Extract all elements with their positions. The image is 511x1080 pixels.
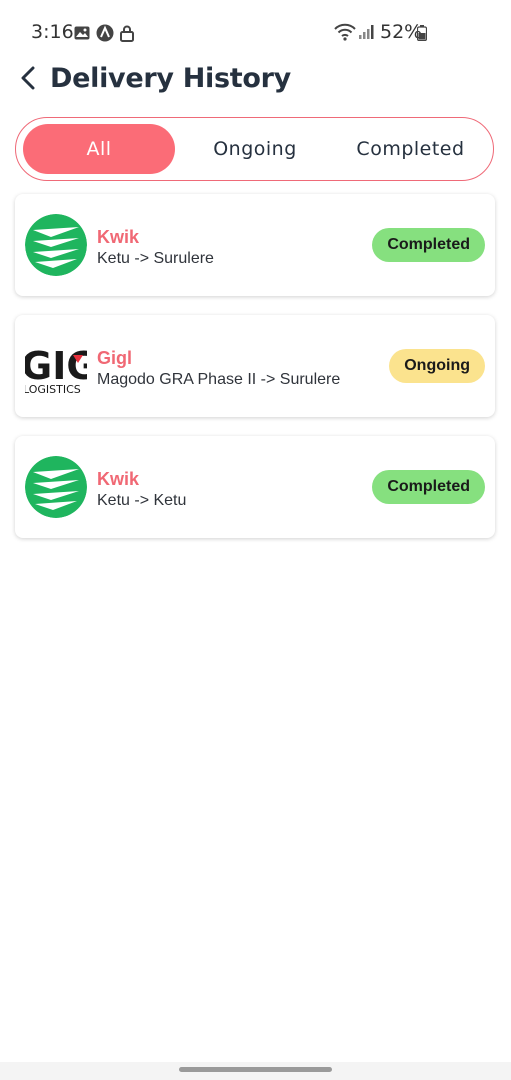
status-badge: Completed: [372, 470, 485, 504]
status-time: 3:16: [31, 21, 74, 43]
delivery-card[interactable]: Kwik Ketu -> Ketu Completed: [15, 436, 495, 538]
status-filter-tabs: All Ongoing Completed: [15, 117, 494, 181]
lock-icon: [120, 25, 134, 47]
kwik-logo: [25, 214, 87, 276]
courier-name: Kwik: [97, 469, 140, 489]
gig-logo-subtext: LOGISTICS: [25, 383, 81, 396]
page-title: Delivery History: [50, 63, 291, 94]
status-badge: Completed: [372, 228, 485, 262]
battery-percent: 52%: [380, 21, 423, 43]
status-bar: 3:16 52%: [0, 0, 511, 62]
gig-logistics-logo: GIG LOGISTICS: [25, 335, 87, 397]
courier-name: Kwik: [97, 227, 140, 247]
signal-icon: [358, 24, 374, 45]
gig-logo-text: GIG: [25, 344, 87, 388]
status-badge: Ongoing: [389, 349, 485, 383]
delivery-card[interactable]: Kwik Ketu -> Surulere Completed: [15, 194, 495, 296]
app-header: Delivery History: [0, 58, 511, 106]
courier-name: Gigl: [97, 348, 132, 368]
system-nav-bar: [0, 1062, 511, 1080]
delivery-route: Magodo GRA Phase II -> Surulere: [97, 371, 341, 388]
notification-icons: [74, 24, 134, 47]
a-circle-icon: [96, 24, 114, 47]
tab-completed[interactable]: Completed: [334, 124, 487, 174]
chevron-left-icon: [20, 66, 36, 95]
image-icon: [74, 26, 90, 45]
delivery-card[interactable]: GIG LOGISTICS Gigl Magodo GRA Phase II -…: [15, 315, 495, 417]
kwik-logo: [25, 456, 87, 518]
battery-icon: [416, 25, 428, 46]
delivery-route: Ketu -> Ketu: [97, 492, 187, 509]
tab-all[interactable]: All: [23, 124, 175, 174]
tab-ongoing[interactable]: Ongoing: [188, 124, 322, 174]
delivery-route: Ketu -> Surulere: [97, 250, 214, 267]
home-gesture-handle[interactable]: [179, 1067, 332, 1072]
wifi-icon: [334, 23, 356, 46]
back-button[interactable]: [14, 66, 42, 94]
